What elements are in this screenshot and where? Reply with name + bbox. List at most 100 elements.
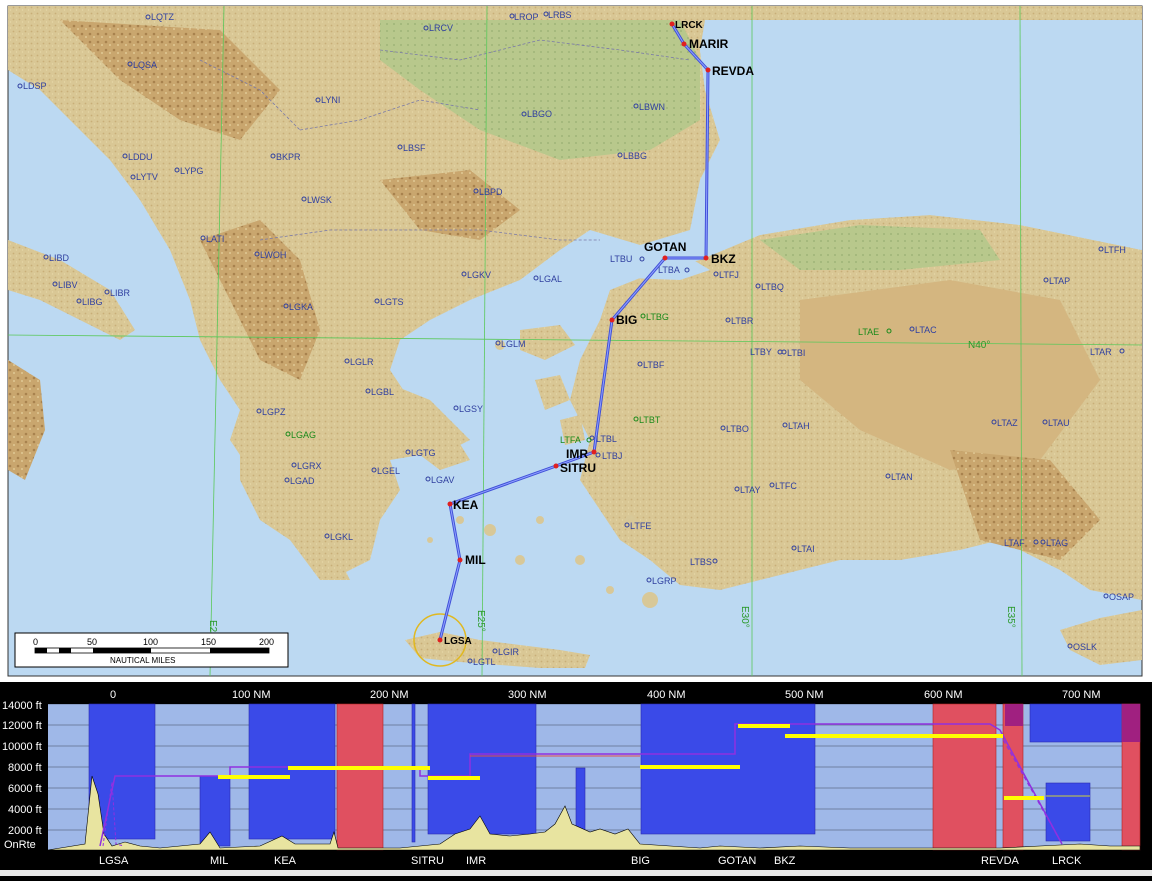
svg-text:300 NM: 300 NM	[508, 689, 547, 701]
svg-text:LIBR: LIBR	[110, 288, 131, 298]
svg-text:LGLR: LGLR	[350, 357, 374, 367]
svg-text:LTAZ: LTAZ	[997, 418, 1018, 428]
grid-label-e30: E30°	[739, 606, 750, 628]
restricted-block	[336, 703, 384, 851]
svg-text:OnRte: OnRte	[4, 839, 36, 851]
airport-lgad: LGAD	[284, 476, 315, 486]
airport-lgkl: LGKL	[324, 532, 353, 542]
profile-wp-revda: REVDA	[981, 855, 1020, 867]
svg-text:LGAL: LGAL	[539, 274, 562, 284]
airport-lwoh: LWOH	[254, 250, 286, 260]
svg-text:LTBO: LTBO	[726, 424, 749, 434]
svg-text:4000 ft: 4000 ft	[8, 804, 42, 816]
svg-text:MIL: MIL	[465, 553, 486, 567]
airport-lglm: LGLM	[495, 339, 526, 349]
airport-ltfh: LTFH	[1098, 245, 1126, 255]
svg-text:LBBG: LBBG	[623, 151, 647, 161]
svg-text:LTBR: LTBR	[731, 316, 754, 326]
svg-text:LIBV: LIBV	[58, 280, 78, 290]
svg-text:LGKL: LGKL	[330, 532, 353, 542]
profile-wp-bkz: BKZ	[774, 855, 796, 867]
svg-text:LGAV: LGAV	[431, 475, 454, 485]
svg-text:LTBJ: LTBJ	[602, 451, 622, 461]
airport-lbsf: LBSF	[397, 143, 426, 153]
svg-text:LTAC: LTAC	[915, 325, 937, 335]
profile-canvas[interactable]: 0 100 NM 200 NM 300 NM 400 NM 500 NM 600…	[0, 684, 1152, 876]
svg-text:LGTS: LGTS	[380, 297, 404, 307]
airport-lgts: LGTS	[374, 297, 404, 307]
svg-text:LTAE: LTAE	[858, 327, 879, 337]
profile-wp-sitru: SITRU	[411, 855, 444, 867]
svg-text:LYNI: LYNI	[321, 95, 340, 105]
airport-ltag: LTAG	[1040, 538, 1068, 548]
svg-text:200 NM: 200 NM	[370, 689, 409, 701]
svg-text:12000 ft: 12000 ft	[2, 720, 42, 732]
svg-text:LDDU: LDDU	[128, 152, 153, 162]
airport-lrcv: LRCV	[423, 23, 453, 33]
airport-lgrx: LGRX	[291, 461, 322, 471]
svg-text:LGAD: LGAD	[290, 476, 315, 486]
svg-text:LTBT: LTBT	[639, 415, 661, 425]
svg-text:LTAI: LTAI	[797, 544, 815, 554]
svg-text:LIBG: LIBG	[82, 297, 103, 307]
airport-lytv: LYTV	[130, 172, 158, 182]
svg-text:LGRP: LGRP	[652, 576, 677, 586]
airport-lqtz: LQTZ	[145, 12, 175, 22]
svg-text:IMR: IMR	[566, 447, 588, 461]
svg-text:LQTZ: LQTZ	[151, 12, 175, 22]
airport-ltfc: LTFC	[769, 481, 797, 491]
svg-text:0: 0	[110, 689, 116, 701]
airport-lgrp: LGRP	[646, 576, 677, 586]
svg-text:LTFH: LTFH	[1104, 245, 1126, 255]
airport-lgpz: LGPZ	[256, 407, 286, 417]
svg-text:6000 ft: 6000 ft	[8, 783, 42, 795]
svg-text:LQSA: LQSA	[133, 60, 157, 70]
svg-text:LGIR: LGIR	[498, 647, 520, 657]
svg-text:LGAG: LGAG	[291, 430, 316, 440]
svg-text:LTAN: LTAN	[891, 472, 913, 482]
svg-text:10000 ft: 10000 ft	[2, 741, 42, 753]
airport-lgal: LGAL	[533, 274, 562, 284]
airport-lypg: LYPG	[174, 166, 203, 176]
svg-text:REVDA: REVDA	[712, 64, 754, 78]
scale-units: NAUTICAL MILES	[110, 656, 176, 665]
airspace-block	[411, 703, 416, 843]
svg-text:500 NM: 500 NM	[785, 689, 824, 701]
waypoint-sitru: SITRU	[553, 461, 596, 475]
profile-wp-imr: IMR	[466, 855, 486, 867]
map-view[interactable]: N40° E20° E25° E30° E35° LRCK MARIR REVD…	[0, 0, 1152, 682]
svg-text:LTBU: LTBU	[610, 254, 632, 264]
svg-text:LGEL: LGEL	[377, 466, 400, 476]
scale-tick-100: 100	[143, 637, 158, 647]
svg-text:SITRU: SITRU	[560, 461, 596, 475]
svg-text:2000 ft: 2000 ft	[8, 825, 42, 837]
waypoint-kea: KEA	[447, 498, 479, 512]
airport-lwsk: LWSK	[301, 195, 332, 205]
airport-lddu: LDDU	[122, 152, 153, 162]
svg-text:LGTG: LGTG	[411, 448, 436, 458]
airport-lgtl: LGTL	[467, 657, 496, 667]
svg-text:LGTL: LGTL	[473, 657, 496, 667]
airport-lrbs: LRBS	[543, 10, 572, 20]
map-canvas[interactable]: N40° E20° E25° E30° E35° LRCK MARIR REVD…	[0, 0, 1152, 682]
svg-text:OSLK: OSLK	[1073, 642, 1097, 652]
airport-ldsp: LDSP	[17, 81, 47, 91]
airport-bkpr: BKPR	[270, 152, 301, 162]
svg-text:LTAG: LTAG	[1046, 538, 1068, 548]
svg-text:LTBF: LTBF	[643, 360, 665, 370]
svg-text:LATI: LATI	[206, 234, 224, 244]
svg-text:LIBD: LIBD	[49, 253, 70, 263]
airport-ltbg: LTBG	[640, 312, 669, 322]
grid-label-e35: E35°	[1005, 606, 1016, 628]
svg-text:100 NM: 100 NM	[232, 689, 271, 701]
profile-wp-gotan: GOTAN	[718, 855, 756, 867]
vertical-profile-panel[interactable]: 0 100 NM 200 NM 300 NM 400 NM 500 NM 600…	[0, 684, 1152, 876]
airport-ltbo: LTBO	[720, 424, 749, 434]
svg-text:LWSK: LWSK	[307, 195, 332, 205]
svg-text:LTBG: LTBG	[646, 312, 669, 322]
svg-text:LGSA: LGSA	[444, 636, 472, 647]
airspace-block	[248, 703, 336, 840]
scale-tick-200: 200	[259, 637, 274, 647]
airport-lqsa: LQSA	[127, 60, 157, 70]
airport-lgtg: LGTG	[405, 448, 436, 458]
